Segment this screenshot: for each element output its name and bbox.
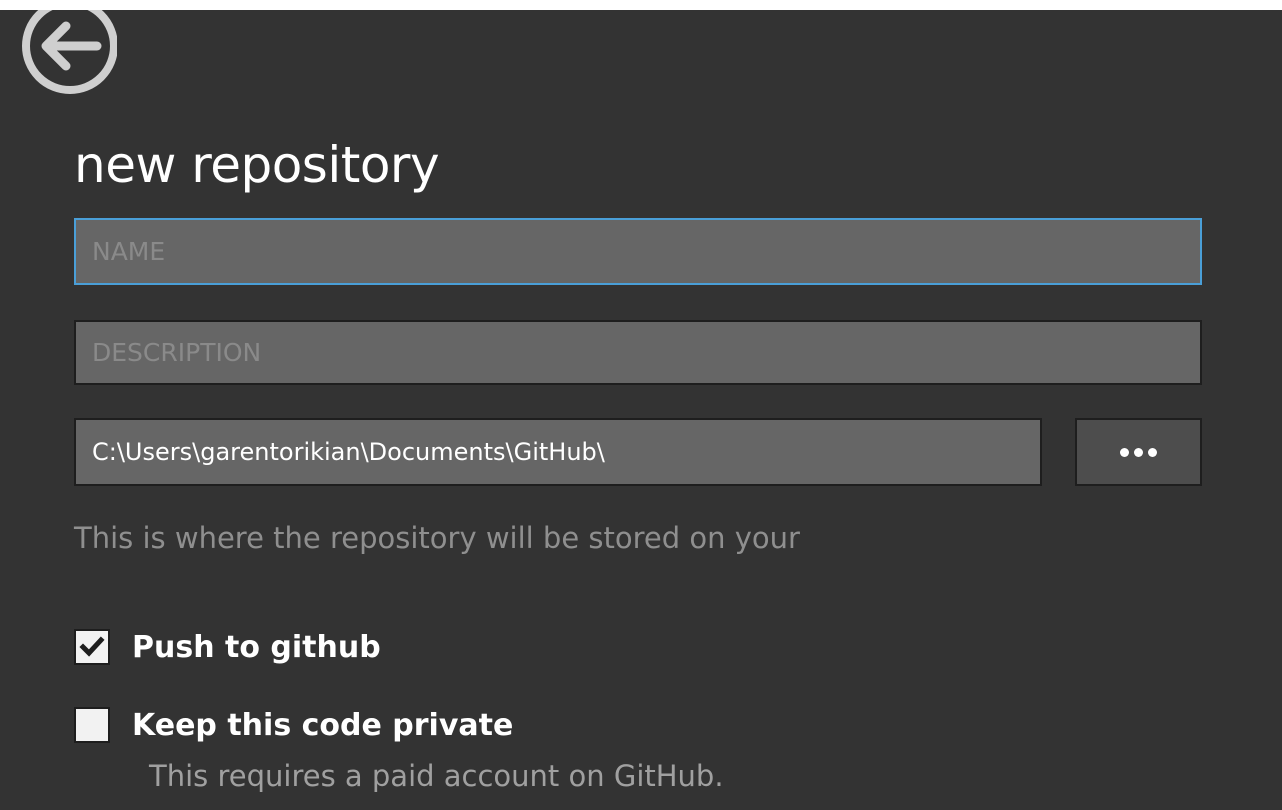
ellipsis-icon [1120,447,1157,457]
back-button[interactable] [13,0,118,100]
push-to-github-checkbox[interactable] [74,629,110,665]
keep-private-checkbox-row[interactable]: Keep this code private [74,705,513,745]
path-hint: This is where the repository will be sto… [74,521,800,555]
checkmark-icon [79,636,105,657]
page-title: new repository [74,136,440,194]
description-input[interactable] [74,320,1202,385]
name-input[interactable] [74,218,1202,285]
new-repository-panel: new repository This is where the reposit… [0,0,1282,810]
keep-private-label: Keep this code private [132,707,514,743]
back-arrow-circle-icon [22,0,118,94]
push-to-github-checkbox-row[interactable]: Push to github [74,627,381,667]
keep-private-checkbox[interactable] [74,707,110,743]
push-to-github-label: Push to github [132,629,381,665]
browse-button[interactable] [1075,418,1202,486]
private-hint: This requires a paid account on GitHub. [149,759,724,793]
local-path-input[interactable] [74,418,1042,486]
